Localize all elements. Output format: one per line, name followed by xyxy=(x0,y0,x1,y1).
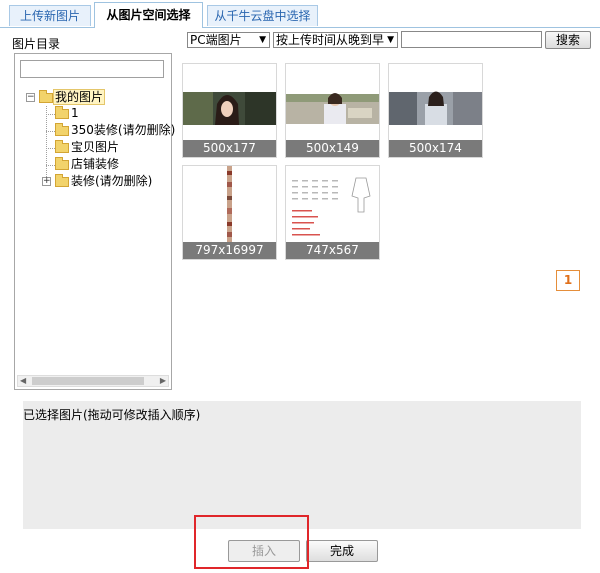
folder-icon xyxy=(55,140,69,153)
folder-icon xyxy=(55,123,69,136)
tree-connector xyxy=(46,148,55,149)
directory-title: 图片目录 xyxy=(12,37,61,51)
tab-upload-new[interactable]: 上传新图片 xyxy=(9,5,91,26)
tab-bar: 上传新图片 从图片空间选择 从千牛云盘中选择 xyxy=(0,0,600,28)
tree-item-1[interactable]: 1 xyxy=(71,106,79,120)
source-select-value: PC端图片 xyxy=(190,33,242,47)
tree-item-350-decor[interactable]: 350装修(请勿删除) xyxy=(71,123,175,137)
image-preview xyxy=(286,93,379,124)
image-thumbnail[interactable]: 500x149 xyxy=(285,63,380,158)
horizontal-scrollbar[interactable]: ◀ ▶ xyxy=(17,375,169,387)
sort-select-value: 按上传时间从晚到早 xyxy=(276,33,385,47)
tab-image-space[interactable]: 从图片空间选择 xyxy=(94,2,203,28)
done-button[interactable]: 完成 xyxy=(306,540,378,562)
directory-search-input[interactable] xyxy=(20,60,164,78)
image-dimensions: 500x174 xyxy=(389,140,482,157)
scroll-left-icon[interactable]: ◀ xyxy=(20,376,26,386)
image-dimensions: 500x177 xyxy=(183,140,276,157)
tree-connector xyxy=(46,106,47,181)
directory-tree: − 我的图片 1 350装修(请勿删除) 宝贝图片 店铺装修 + 装修(请勿删除… xyxy=(14,53,175,390)
tab-cloud-drive[interactable]: 从千牛云盘中选择 xyxy=(207,5,318,26)
highlight-box xyxy=(194,515,309,569)
tree-connector xyxy=(46,165,55,166)
image-preview xyxy=(183,92,276,125)
folder-open-icon xyxy=(39,90,53,103)
selected-images-label: 已选择图片(拖动可修改插入顺序) xyxy=(23,408,201,422)
image-dimensions: 797x16997 xyxy=(183,242,276,259)
page-number-button[interactable]: 1 xyxy=(556,270,580,291)
sort-select[interactable]: 按上传时间从晚到早 ▼ xyxy=(273,32,398,48)
source-select[interactable]: PC端图片 ▼ xyxy=(187,32,270,48)
image-preview xyxy=(389,91,482,125)
expand-icon[interactable]: + xyxy=(42,177,51,186)
dropdown-icon: ▼ xyxy=(387,35,394,45)
scrollbar-thumb[interactable] xyxy=(32,377,144,385)
image-thumbnail[interactable]: 500x177 xyxy=(182,63,277,158)
tree-root-label[interactable]: 我的图片 xyxy=(53,89,106,105)
image-thumbnail[interactable]: 747x567 xyxy=(285,165,380,260)
collapse-icon[interactable]: − xyxy=(26,93,35,102)
scroll-right-icon[interactable]: ▶ xyxy=(160,376,166,386)
image-thumbnail[interactable]: 797x16997 xyxy=(182,165,277,260)
search-button[interactable]: 搜索 xyxy=(545,31,591,49)
folder-icon xyxy=(55,174,69,187)
image-dimensions: 747x567 xyxy=(286,242,379,259)
image-search-input[interactable] xyxy=(401,31,542,48)
image-dimensions: 500x149 xyxy=(286,140,379,157)
tree-connector xyxy=(46,131,55,132)
image-preview xyxy=(227,166,232,242)
folder-icon xyxy=(55,157,69,170)
tree-item-shop-decor[interactable]: 店铺装修 xyxy=(71,157,119,171)
tree-item-product-images[interactable]: 宝贝图片 xyxy=(71,140,119,154)
folder-icon xyxy=(55,106,69,119)
image-thumbnail[interactable]: 500x174 xyxy=(388,63,483,158)
tree-item-decor[interactable]: 装修(请勿删除) xyxy=(71,174,152,188)
dropdown-icon: ▼ xyxy=(259,35,266,45)
image-preview xyxy=(292,177,371,236)
tree-connector xyxy=(46,114,55,115)
